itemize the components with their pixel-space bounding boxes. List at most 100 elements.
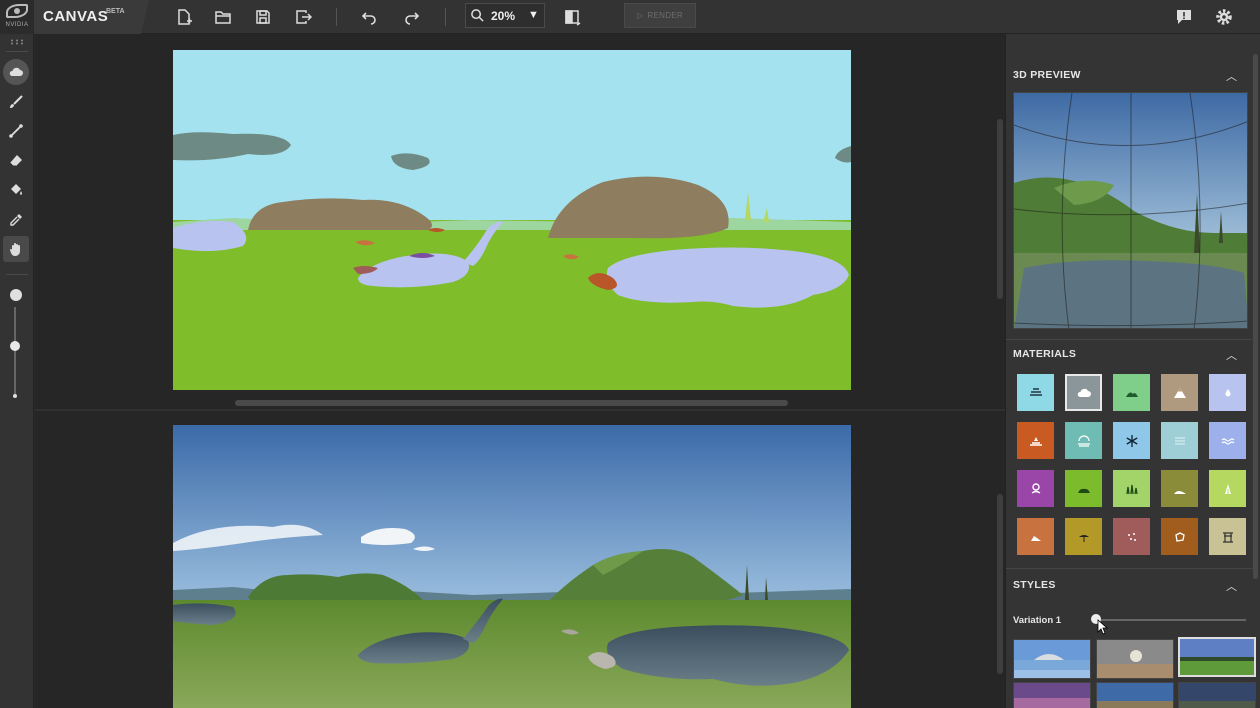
save-icon[interactable] [251,5,275,29]
brush-size-small-icon [13,394,17,398]
gravel-icon [1127,532,1136,541]
sky-icon [1174,437,1185,444]
open-folder-icon[interactable] [211,5,235,29]
app-brand: CANVAS BETA [34,0,149,34]
export-icon[interactable] [291,5,315,29]
hand-icon [10,243,20,256]
hill-icon [1173,490,1186,494]
fill-tool[interactable] [3,177,29,203]
collapse-preview-chevron-up-icon[interactable]: ︿ [1226,68,1237,84]
dirt-icon [1029,436,1042,446]
grip-icon[interactable] [10,39,24,45]
material-swatch[interactable] [1017,518,1054,555]
line-tool[interactable] [3,118,29,144]
variation-slider[interactable] [1094,619,1246,621]
left-toolbar [0,34,34,708]
grass-icon [1125,484,1138,494]
style-thumbnail[interactable] [1096,682,1174,708]
feedback-icon[interactable] [1172,5,1196,29]
material-swatch[interactable] [1209,374,1246,411]
vertical-scrollbar-top[interactable] [997,119,1003,299]
material-swatch[interactable] [1065,422,1102,459]
3d-preview[interactable] [1013,92,1248,329]
top-toolbar: NVIDIA CANVAS BETA 20% ▼ ▷ RENDER [0,0,1260,34]
beta-badge: BETA [106,8,125,15]
material-swatch[interactable] [1113,374,1150,411]
mouse-cursor-icon [1097,619,1109,635]
mountain-icon [1173,387,1186,398]
material-swatch[interactable] [1065,374,1102,411]
material-swatch[interactable] [1017,374,1054,411]
pan-tool[interactable] [3,236,29,262]
material-swatch[interactable] [1113,422,1150,459]
zoom-select[interactable]: 20% ▼ [465,3,545,28]
brush-size-slider[interactable] [14,307,16,395]
styles-section-title: STYLES [1013,579,1056,591]
horizontal-scrollbar[interactable] [235,400,788,406]
section-divider [1006,339,1254,340]
flower-icon [1031,482,1040,494]
line-icon [9,124,23,138]
brush-tool[interactable] [3,89,29,115]
new-file-icon[interactable] [172,5,196,29]
segmentation-canvas[interactable] [173,50,851,390]
material-swatch[interactable] [1161,374,1198,411]
pond [173,603,236,625]
materials-section-title: MATERIALS [1013,348,1077,360]
material-cloud-tool[interactable] [3,59,29,85]
redo-icon[interactable] [401,5,425,29]
brush-icon [10,95,23,108]
material-swatch[interactable] [1065,518,1102,555]
material-swatch[interactable] [1209,422,1246,459]
style-thumbnail[interactable] [1096,639,1174,679]
sky-region [173,50,851,220]
play-icon: ▷ [636,11,644,20]
material-swatch[interactable] [1017,470,1054,507]
nvidia-eye-icon [6,4,28,18]
brush-size-large-icon [10,289,22,301]
collapse-materials-chevron-up-icon[interactable]: ︿ [1226,347,1237,363]
gear-icon[interactable] [1212,5,1236,29]
render-output-canvas [173,425,851,708]
style-thumbnail[interactable] [1013,682,1091,708]
drop-icon [1225,388,1230,396]
render-label: RENDER [647,11,684,20]
right-panel: 3D PREVIEW ︿ MATERIALS ︿ STYLES ︿ Variat… [1005,34,1260,708]
tree-icon [1224,483,1231,494]
canvas-app: NVIDIA CANVAS BETA 20% ▼ ▷ RENDER 3D PRE… [0,0,1260,708]
vertical-scrollbar-bottom[interactable] [997,494,1003,674]
material-swatch[interactable] [1113,518,1150,555]
eraser-icon [9,155,22,167]
material-swatch[interactable] [1161,470,1198,507]
eraser-tool[interactable] [3,148,29,174]
compare-split-icon[interactable] [560,5,584,29]
tool-divider [6,274,28,275]
panel-scrollbar[interactable] [1253,54,1258,579]
material-swatch[interactable] [1065,470,1102,507]
material-swatch[interactable] [1209,470,1246,507]
toolbar-divider [445,8,446,26]
brush-size-handle[interactable] [10,341,20,351]
style-thumbnail[interactable] [1013,639,1091,679]
material-swatch[interactable] [1161,422,1198,459]
eyedropper-icon [10,214,22,226]
preview-section-title: 3D PREVIEW [1013,69,1081,81]
material-swatch[interactable] [1161,518,1198,555]
work-area [35,34,1005,708]
eyedropper-tool[interactable] [3,207,29,233]
pane-divider[interactable] [35,409,1005,411]
water-icon [1221,437,1234,445]
collapse-styles-chevron-up-icon[interactable]: ︿ [1226,578,1237,594]
material-swatch[interactable] [1017,422,1054,459]
grass-hill-icon [1125,392,1138,397]
materials-palette [1017,374,1253,559]
style-thumbnail[interactable] [1178,682,1256,708]
material-swatch[interactable] [1209,518,1246,555]
material-swatch[interactable] [1113,470,1150,507]
nvidia-logo: NVIDIA [0,0,34,34]
undo-icon[interactable] [356,5,380,29]
style-thumbnail-selected[interactable] [1178,637,1256,677]
zoom-value: 20% [491,9,516,23]
water-region [173,220,247,252]
render-button[interactable]: ▷ RENDER [624,3,696,28]
